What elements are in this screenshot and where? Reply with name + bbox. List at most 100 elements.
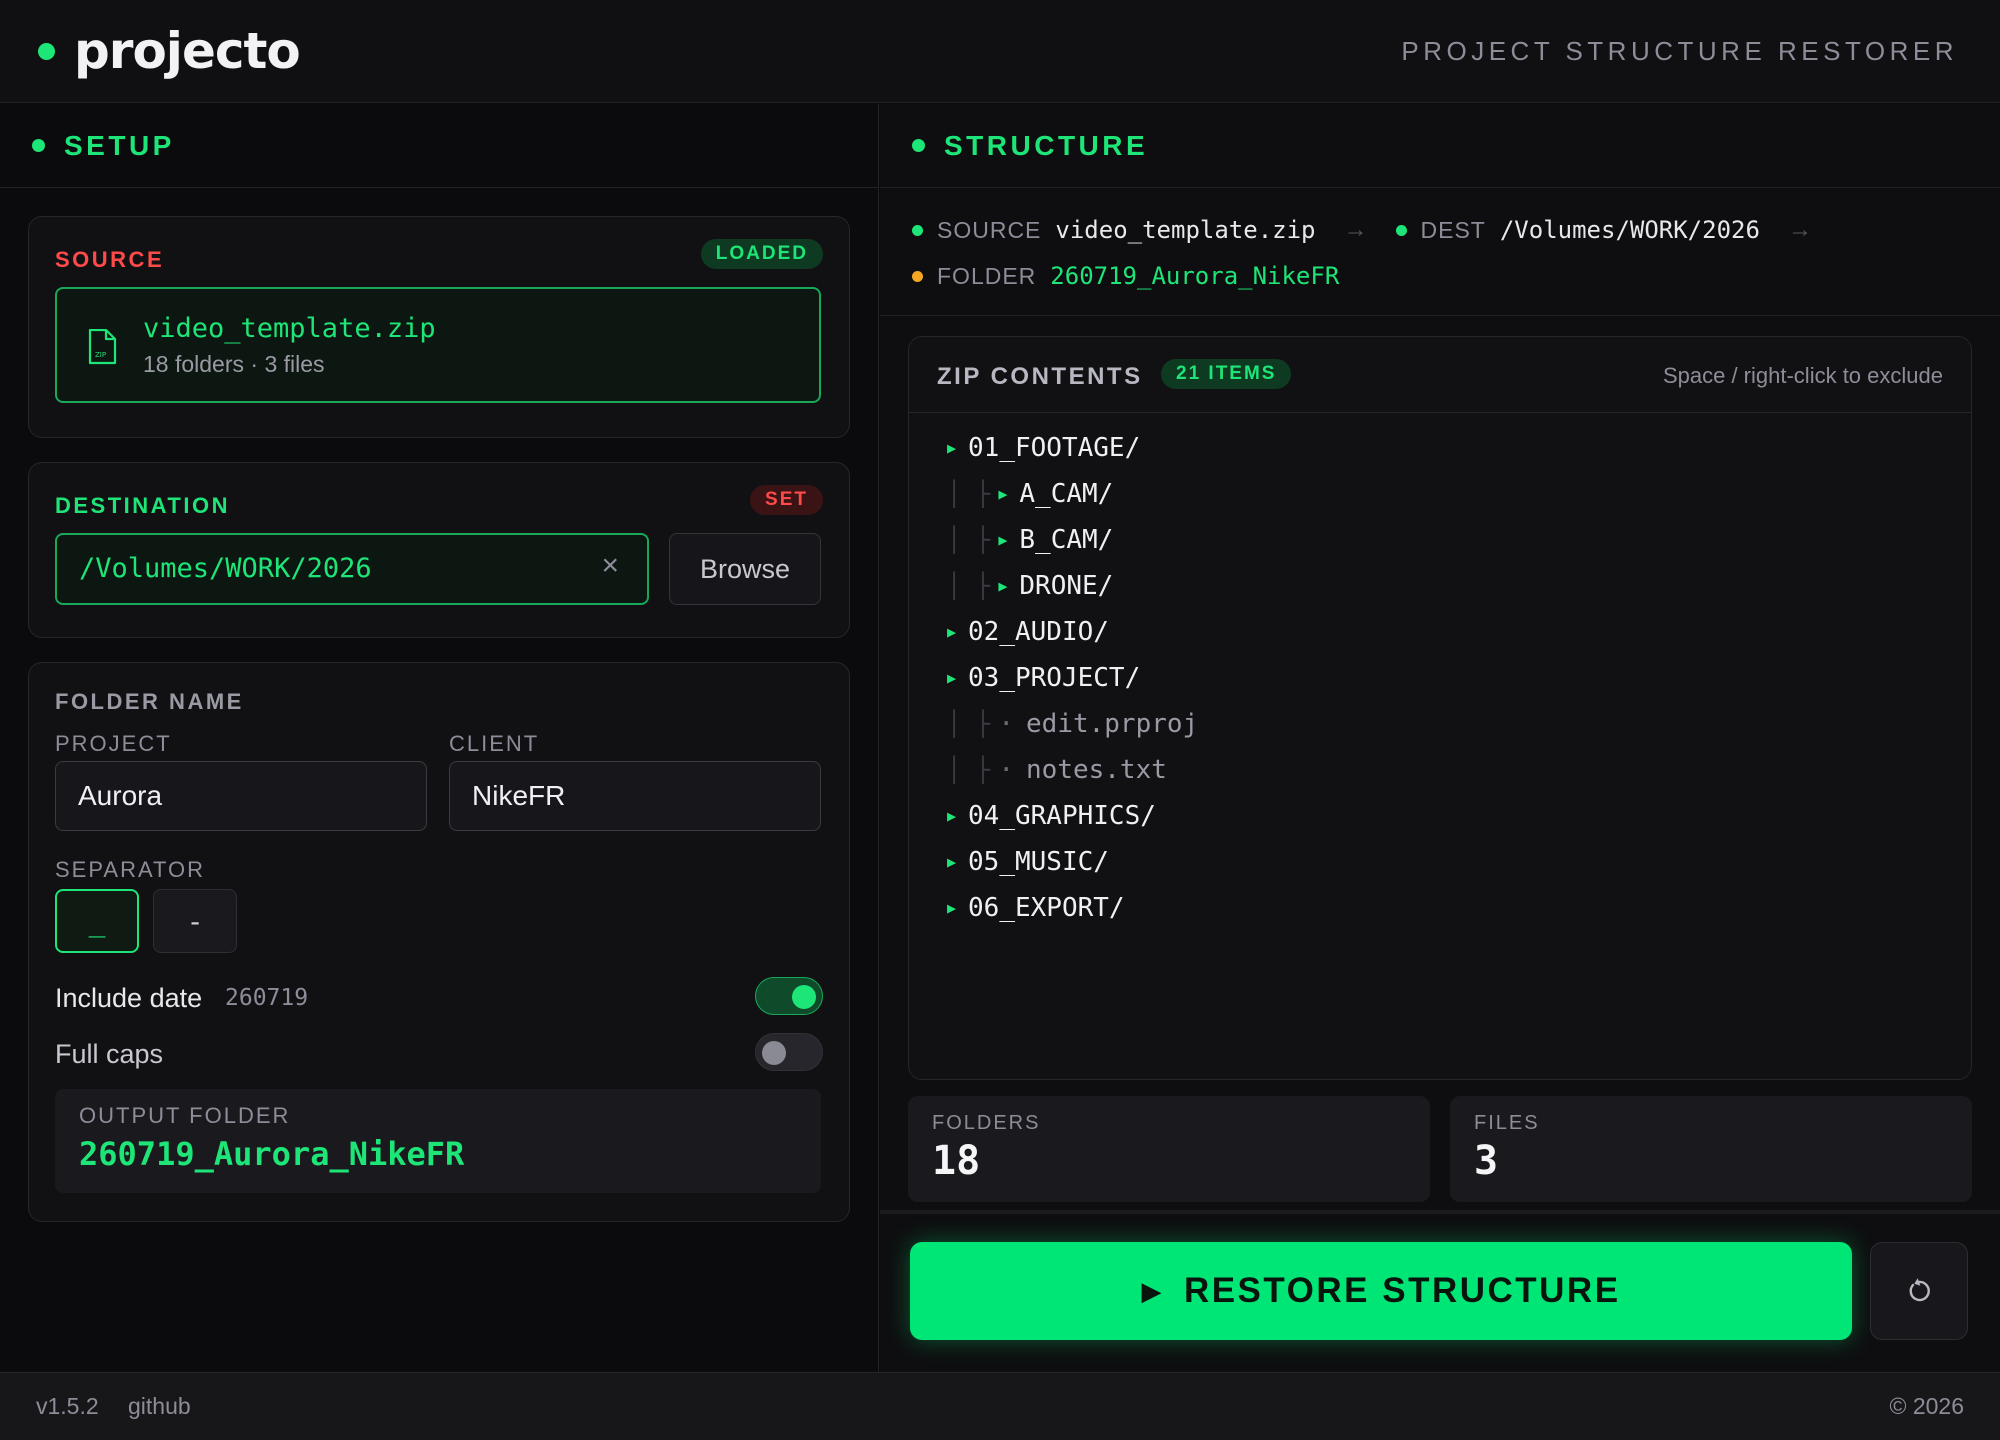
tree-item-name: 04_GRAPHICS/ <box>968 801 1156 831</box>
tree-item-name: 02_AUDIO/ <box>968 617 1109 647</box>
github-link[interactable]: github <box>128 1393 191 1420</box>
tree-item-name: B_CAM/ <box>1019 525 1114 555</box>
tree-folder-row[interactable]: │ ├ ▶ A_CAM/ <box>947 471 1113 517</box>
tree-item-name: edit.prproj <box>1026 709 1199 739</box>
files-stat-value: 3 <box>1474 1138 1499 1184</box>
tree-folder-row[interactable]: │ ├ ▶ B_CAM/ <box>947 517 1113 563</box>
reset-button[interactable] <box>1870 1242 1968 1340</box>
summary-breadcrumb: SOURCE video_template.zip → DEST /Volume… <box>880 188 2000 316</box>
expand-triangle-icon: ▶ <box>998 577 1008 595</box>
app-footer: v1.5.2 github © 2026 <box>0 1372 2000 1440</box>
structure-title: STRUCTURE <box>944 129 1149 161</box>
folder-dot-icon <box>912 270 923 282</box>
source-status-badge: LOADED <box>700 239 823 269</box>
expand-triangle-icon: ▶ <box>947 669 957 687</box>
separator-underscore-button[interactable]: _ <box>55 889 139 953</box>
structure-panel: STRUCTURE SOURCE video_template.zip → DE… <box>880 104 2000 1372</box>
dest-dot-icon <box>1395 224 1407 236</box>
separator-label: SEPARATOR <box>55 857 206 882</box>
tree-folder-row[interactable]: ▶ 01_FOOTAGE/ <box>947 425 1140 471</box>
zip-contents-header: ZIP CONTENTS 21 ITEMS Space / right-clic… <box>909 337 1971 413</box>
reset-icon <box>1909 1278 1930 1302</box>
tree-folder-row[interactable]: ▶ 06_EXPORT/ <box>947 885 1125 931</box>
file-bullet-icon: · <box>998 709 1015 739</box>
folders-stat-label: FOLDERS <box>932 1112 1041 1134</box>
crumb-dest-key: DEST <box>1420 216 1486 243</box>
status-dot-icon <box>912 139 925 152</box>
folders-stat: FOLDERS 18 <box>908 1096 1430 1202</box>
setup-panel-header: SETUP <box>0 104 878 188</box>
browse-button[interactable]: Browse <box>669 533 821 605</box>
expand-triangle-icon: ▶ <box>947 853 957 871</box>
tree-item-name: 01_FOOTAGE/ <box>968 433 1141 463</box>
zip-file-icon: ZIP <box>88 329 117 365</box>
destination-label: DESTINATION <box>55 493 230 518</box>
client-label: CLIENT <box>449 731 540 756</box>
destination-status-badge: SET <box>750 485 823 515</box>
expand-triangle-icon: ▶ <box>998 485 1008 503</box>
svg-text:ZIP: ZIP <box>95 351 106 359</box>
include-date-value: 260719 <box>225 985 309 1011</box>
app-header: projecto PROJECT STRUCTURE RESTORER <box>0 0 2000 103</box>
arrow-right-icon: → <box>1787 216 1812 243</box>
tree-folder-row[interactable]: ▶ 02_AUDIO/ <box>947 609 1109 655</box>
client-input[interactable]: NikeFR <box>449 761 821 831</box>
tree-folder-row[interactable]: ▶ 03_PROJECT/ <box>947 655 1140 701</box>
expand-triangle-icon: ▶ <box>947 899 957 917</box>
clear-path-icon[interactable]: × <box>601 549 619 583</box>
folder-name-card: FOLDER NAME PROJECT Aurora CLIENT NikeFR… <box>28 662 850 1222</box>
tree-file-row[interactable]: │ ├ · edit.prproj <box>947 701 1198 747</box>
play-icon: ▶ <box>1141 1275 1164 1306</box>
crumb-folder-key: FOLDER <box>937 262 1037 289</box>
include-date-label: Include date <box>55 983 203 1013</box>
crumb-dest-value: /Volumes/WORK/2026 <box>1499 216 1760 244</box>
setup-title: SETUP <box>64 129 175 161</box>
tree-item-name: notes.txt <box>1026 755 1167 785</box>
zip-contents-title: ZIP CONTENTS <box>937 363 1143 390</box>
destination-card: DESTINATION SET /Volumes/WORK/2026 × Bro… <box>28 462 850 638</box>
source-file-dropzone[interactable]: ZIP video_template.zip 18 folders · 3 fi… <box>55 287 821 403</box>
toggle-knob <box>792 985 816 1009</box>
app-subtitle: PROJECT STRUCTURE RESTORER <box>1401 36 1958 66</box>
crumb-folder-value: 260719_Aurora_NikeFR <box>1050 262 1340 290</box>
tree-guide-line: │ ├ <box>947 756 991 784</box>
tree-folder-row[interactable]: ▶ 04_GRAPHICS/ <box>947 793 1156 839</box>
source-file-meta: 18 folders · 3 files <box>143 351 325 377</box>
zip-contents-card: ZIP CONTENTS 21 ITEMS Space / right-clic… <box>908 336 1972 1080</box>
status-dot-icon <box>32 139 45 152</box>
tree-item-name: 03_PROJECT/ <box>968 663 1141 693</box>
action-bar-divider <box>880 1210 2000 1214</box>
tree-guide-line: │ ├ <box>947 710 991 738</box>
crumb-source: SOURCE video_template.zip → DEST /Volume… <box>912 216 1840 244</box>
full-caps-toggle[interactable] <box>755 1033 823 1071</box>
setup-panel: SETUP SOURCE LOADED ZIP video_template.z… <box>0 104 879 1372</box>
restore-structure-label: RESTORE STRUCTURE <box>1183 1271 1621 1310</box>
toggle-knob <box>762 1041 786 1065</box>
app-logo[interactable]: projecto <box>38 20 301 82</box>
restore-structure-button[interactable]: ▶ RESTORE STRUCTURE <box>910 1242 1852 1340</box>
include-date-toggle[interactable] <box>755 977 823 1015</box>
source-file-name: video_template.zip <box>143 313 436 344</box>
folder-name-label: FOLDER NAME <box>55 689 244 714</box>
project-label: PROJECT <box>55 731 172 756</box>
tree-guide-line: │ ├ <box>947 572 991 600</box>
crumb-source-key: SOURCE <box>937 216 1042 243</box>
project-input[interactable]: Aurora <box>55 761 427 831</box>
tree-guide-line: │ ├ <box>947 480 991 508</box>
destination-path-input[interactable]: /Volumes/WORK/2026 × <box>55 533 649 605</box>
item-count-badge: 21 ITEMS <box>1161 359 1292 389</box>
expand-triangle-icon: ▶ <box>947 807 957 825</box>
file-tree: ▶ 01_FOOTAGE/ │ ├ ▶ A_CAM/ │ ├ ▶ B_CAM/ │ ├ ▶ D… <box>909 425 1971 1079</box>
destination-path-value: /Volumes/WORK/2026 <box>79 553 372 584</box>
tree-file-row[interactable]: │ ├ · notes.txt <box>947 747 1167 793</box>
tree-folder-row[interactable]: │ ├ ▶ DRONE/ <box>947 563 1113 609</box>
separator-dash-button[interactable]: - <box>153 889 237 953</box>
exclude-hint: Space / right-click to exclude <box>1662 363 1943 388</box>
expand-triangle-icon: ▶ <box>998 531 1008 549</box>
tree-item-name: A_CAM/ <box>1019 479 1114 509</box>
files-stat: FILES 3 <box>1450 1096 1972 1202</box>
file-bullet-icon: · <box>998 755 1015 785</box>
files-stat-label: FILES <box>1474 1112 1540 1134</box>
tree-folder-row[interactable]: ▶ 05_MUSIC/ <box>947 839 1109 885</box>
tree-guide-line: │ ├ <box>947 526 991 554</box>
